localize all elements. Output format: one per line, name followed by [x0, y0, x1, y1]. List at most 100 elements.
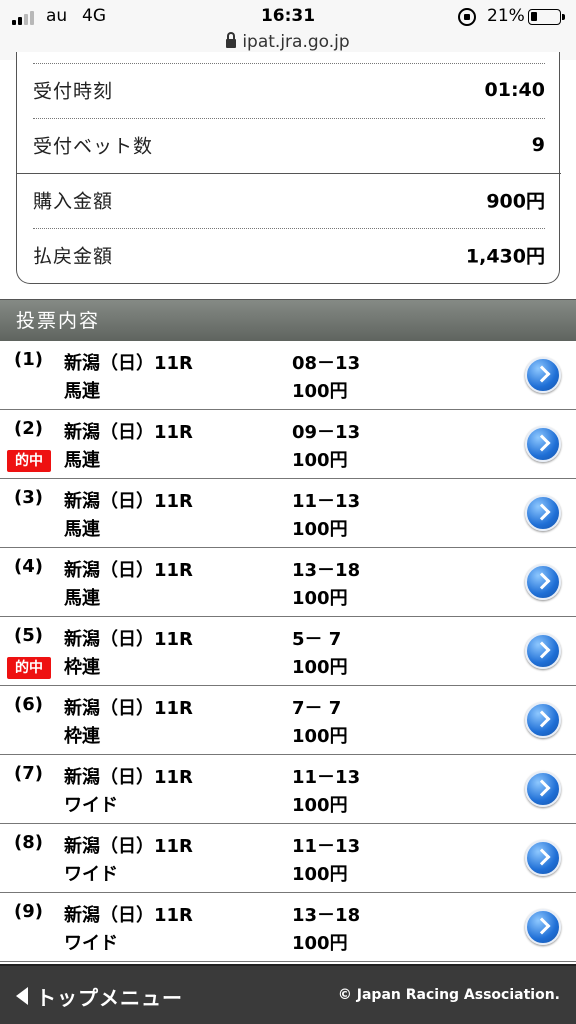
bet-combination: 09－13: [292, 422, 361, 443]
bet-race: 新潟（日）11R: [64, 353, 193, 374]
bet-combination: 13－18: [292, 560, 361, 581]
detail-button[interactable]: [525, 495, 561, 531]
bet-combination: 7－ 7: [292, 698, 342, 719]
detail-button[interactable]: [525, 633, 561, 669]
bet-amount: 100円: [292, 726, 348, 747]
url-text: ipat.jra.go.jp: [242, 32, 350, 52]
rotation-lock-icon: [458, 8, 476, 26]
bet-combination: 11－13: [292, 491, 361, 512]
summary-label: 受付時刻: [33, 80, 114, 103]
bet-race: 新潟（日）11R: [64, 560, 193, 581]
bet-race: 新潟（日）11R: [64, 422, 193, 443]
bet-combination: 5－ 7: [292, 629, 342, 650]
summary-row-purchase-amount: 購入金額 900円: [33, 173, 545, 227]
bet-row[interactable]: (2) 的中 新潟（日）11R 馬連 09－13 100円: [0, 410, 576, 479]
top-menu-link[interactable]: トップメニュー: [36, 982, 183, 1011]
bet-number: (3): [14, 487, 43, 508]
bet-race: 新潟（日）11R: [64, 836, 193, 857]
bet-type: 枠連: [64, 657, 100, 678]
bet-race: 新潟（日）11R: [64, 767, 193, 788]
bet-number: (1): [14, 349, 43, 370]
summary-label: 購入金額: [33, 190, 114, 213]
bet-amount: 100円: [292, 933, 348, 954]
hit-badge: 的中: [7, 657, 51, 679]
bet-number: (2): [14, 418, 43, 439]
bet-combination: 13－18: [292, 905, 361, 926]
bet-row[interactable]: (9) 新潟（日）11R ワイド 13－18 100円: [0, 893, 576, 962]
chevron-right-icon: [533, 917, 551, 935]
status-row: au 4G 16:31 21%: [0, 6, 576, 28]
detail-button[interactable]: [525, 771, 561, 807]
bet-row[interactable]: (7) 新潟（日）11R ワイド 11－13 100円: [0, 755, 576, 824]
bet-amount: 100円: [292, 381, 348, 402]
bet-race: 新潟（日）11R: [64, 698, 193, 719]
battery-fill: [531, 12, 537, 21]
chevron-right-icon: [533, 365, 551, 383]
summary-label: 受付ベット数: [33, 135, 154, 158]
section-header-bet-contents: 投票内容: [0, 299, 576, 341]
summary-row-payout-amount: 払戻金額 1,430円: [33, 228, 545, 282]
bet-number: (6): [14, 694, 43, 715]
footer-bar: トップメニュー © Japan Racing Association.: [0, 964, 576, 1024]
bet-row[interactable]: (1) 新潟（日）11R 馬連 08－13 100円: [0, 341, 576, 410]
copyright-text: © Japan Racing Association.: [337, 987, 560, 1003]
back-arrow-icon[interactable]: [16, 987, 28, 1005]
bet-row[interactable]: (8) 新潟（日）11R ワイド 11－13 100円: [0, 824, 576, 893]
bet-amount: 100円: [292, 450, 348, 471]
bet-amount: 100円: [292, 519, 348, 540]
bet-combination: 11－13: [292, 836, 361, 857]
bet-type: 馬連: [64, 519, 100, 540]
bet-amount: 100円: [292, 588, 348, 609]
bet-race: 新潟（日）11R: [64, 905, 193, 926]
bet-row[interactable]: (5) 的中 新潟（日）11R 枠連 5－ 7 100円: [0, 617, 576, 686]
bet-row[interactable]: (6) 新潟（日）11R 枠連 7－ 7 100円: [0, 686, 576, 755]
chevron-right-icon: [533, 710, 551, 728]
bet-combination: 11－13: [292, 767, 361, 788]
detail-button[interactable]: [525, 909, 561, 945]
bet-amount: 100円: [292, 795, 348, 816]
bet-list: (1) 新潟（日）11R 馬連 08－13 100円 (2) 的中 新潟（日）11R 馬連 09－…: [0, 341, 576, 962]
chevron-right-icon: [533, 848, 551, 866]
address-bar[interactable]: ipat.jra.go.jp: [0, 32, 576, 52]
chevron-right-icon: [533, 641, 551, 659]
bet-amount: 100円: [292, 657, 348, 678]
chevron-right-icon: [533, 779, 551, 797]
bet-race: 新潟（日）11R: [64, 629, 193, 650]
battery-percent: 21%: [487, 6, 525, 26]
summary-value: 1,430円: [465, 245, 545, 268]
chevron-right-icon: [533, 572, 551, 590]
summary-value: 9: [531, 134, 545, 156]
bet-type: ワイド: [64, 933, 118, 954]
detail-button[interactable]: [525, 840, 561, 876]
bet-row[interactable]: (4) 新潟（日）11R 馬連 13－18 100円: [0, 548, 576, 617]
detail-button[interactable]: [525, 426, 561, 462]
status-bar: au 4G 16:31 21% ipat.jra.go.jp: [0, 0, 576, 60]
bet-number: (8): [14, 832, 43, 853]
detail-button[interactable]: [525, 702, 561, 738]
chevron-right-icon: [533, 434, 551, 452]
lock-icon: [226, 32, 237, 48]
detail-button[interactable]: [525, 564, 561, 600]
bet-number: (9): [14, 901, 43, 922]
chevron-right-icon: [533, 503, 551, 521]
bet-number: (5): [14, 625, 43, 646]
bet-race: 新潟（日）11R: [64, 491, 193, 512]
summary-label: 払戻金額: [33, 245, 114, 268]
bet-number: (4): [14, 556, 43, 577]
bet-number: (7): [14, 763, 43, 784]
bet-row[interactable]: (3) 新潟（日）11R 馬連 11－13 100円: [0, 479, 576, 548]
summary-value: 900円: [486, 190, 545, 213]
bet-type: ワイド: [64, 864, 118, 885]
bet-type: 馬連: [64, 588, 100, 609]
bet-combination: 08－13: [292, 353, 361, 374]
bet-type: 馬連: [64, 450, 100, 471]
receipt-summary-card: 受付時刻 01:40 受付ベット数 9 購入金額 900円 払戻金額 1,430…: [16, 52, 561, 284]
battery-icon: [528, 9, 565, 25]
hit-badge: 的中: [7, 450, 51, 472]
summary-value: 01:40: [484, 79, 545, 101]
bet-amount: 100円: [292, 864, 348, 885]
summary-row-bet-count: 受付ベット数 9: [33, 118, 545, 172]
bet-type: 馬連: [64, 381, 100, 402]
detail-button[interactable]: [525, 357, 561, 393]
bet-type: 枠連: [64, 726, 100, 747]
